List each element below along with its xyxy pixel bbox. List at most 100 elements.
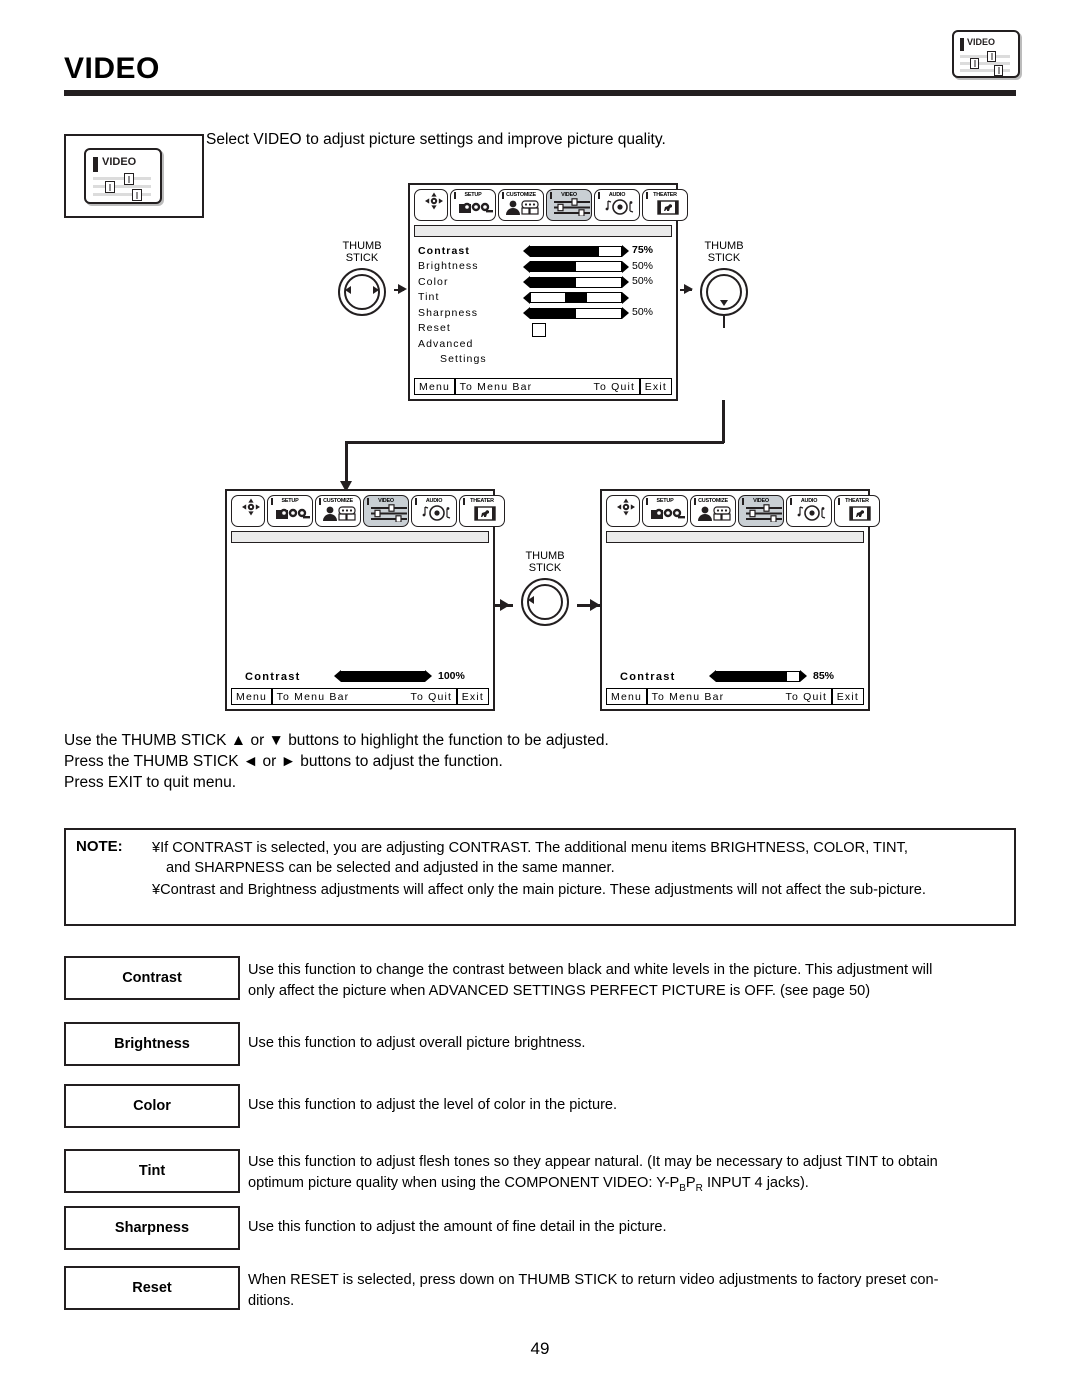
contrast-slider[interactable] [709,670,807,682]
slider-right-arrow-icon[interactable] [425,670,432,682]
footer-menu[interactable]: Menu [415,379,454,394]
desc-line-2: only affect the picture when ADVANCED SE… [248,983,871,999]
contrast-slider[interactable] [523,245,629,257]
osd-menu-strip [231,531,489,543]
instruction-line-3: Press EXIT to quit menu. [64,774,237,791]
menu-tab-theater[interactable]: THEATER [834,495,880,527]
menu-tab-home[interactable] [414,189,448,221]
footer-exit[interactable]: Exit [833,689,863,704]
sharpness-slider[interactable] [523,307,629,319]
slider-right-arrow-icon[interactable] [622,291,629,304]
slider-left-arrow-icon[interactable] [523,291,530,304]
brightness-slider[interactable] [523,260,629,273]
slider-left-arrow-icon[interactable] [709,670,716,682]
slider-right-arrow-icon[interactable] [622,276,629,288]
osd-row-reset-label: Reset [418,322,451,335]
osd-menu-bar: SETUP CUSTOMIZE VIDEO AUDIO THEATER [414,189,688,223]
slider-right-arrow-icon[interactable] [622,307,629,319]
menu-tab-theater[interactable]: THEATER [459,495,505,527]
person-tv-icon [318,504,358,524]
slider-left-arrow-icon[interactable] [523,307,530,319]
osd-row-contrast-label: Contrast [245,670,301,683]
slider-left-arrow-icon[interactable] [523,276,530,288]
osd-footer: Menu To Menu Bar To Quit Exit [231,688,489,705]
function-box-color: Color [64,1084,240,1128]
osd-row-brightness[interactable]: Brightness 50% [410,259,676,275]
color-slider[interactable] [523,276,629,288]
footer-exit[interactable]: Exit [641,379,671,394]
thumb-stick-middle[interactable]: THUMB STICK [513,550,577,628]
footer-menu[interactable]: Menu [607,689,646,704]
thumb-down-arrow-icon [720,300,728,306]
menu-tab-customize[interactable]: CUSTOMIZE [315,495,361,527]
osd-row-sharpness-label: Sharpness [418,306,479,319]
menu-tab-home[interactable] [606,495,640,527]
brightness-value: 50% [632,259,654,272]
reset-checkbox[interactable] [532,322,546,337]
menu-tab-audio[interactable]: AUDIO [786,495,832,527]
menu-tab-theater[interactable]: THEATER [642,189,688,221]
osd-row-color[interactable]: Color 50% [410,274,676,290]
footer-to-quit[interactable]: To Quit [407,691,457,703]
note-line-3: ¥Contrast and Brightness adjustments wil… [152,882,926,898]
menu-tab-setup[interactable]: SETUP [267,495,313,527]
slider-left-arrow-icon[interactable] [523,260,530,273]
osd-row-color-label: Color [418,275,449,288]
osd-row-advanced[interactable]: Advanced [410,336,676,352]
page-title: VIDEO [64,52,160,85]
slider-left-arrow-icon[interactable] [523,245,530,257]
osd-row-contrast[interactable]: Contrast 85% [602,669,868,685]
page-number: 49 [530,1339,550,1358]
menu-tab-audio[interactable]: AUDIO [411,495,457,527]
menu-tab-video[interactable]: VIDEO [738,495,784,527]
camcorder-icon [645,504,685,524]
function-name: Brightness [114,1036,190,1052]
osd-row-sharpness[interactable]: Sharpness 50% [410,305,676,321]
function-name: Sharpness [114,1220,190,1236]
home-dpad-icon [609,496,637,516]
menu-tab-setup[interactable]: SETUP [450,189,496,221]
tint-slider[interactable] [523,291,629,304]
desc-line-1: Use this function to adjust the level of… [248,1097,618,1113]
menu-tab-customize[interactable]: CUSTOMIZE [690,495,736,527]
menu-tab-customize[interactable]: CUSTOMIZE [498,189,544,221]
osd-row-settings[interactable]: Settings [410,352,676,368]
menu-tab-setup[interactable]: SETUP [642,495,688,527]
menu-tab-video[interactable]: VIDEO [546,189,592,221]
footer-to-quit[interactable]: To Quit [782,691,832,703]
menu-tab-home[interactable] [231,495,265,527]
footer-to-menu-bar[interactable]: To Menu Bar [456,381,537,393]
thumb-stick-right[interactable]: THUMB STICK [692,240,756,330]
thumb-stick-left[interactable]: THUMB STICK [330,240,394,316]
menu-tab-audio[interactable]: AUDIO [594,189,640,221]
footer-to-menu-bar[interactable]: To Menu Bar [273,691,354,703]
camcorder-icon [453,198,493,218]
contrast-slider[interactable] [334,670,432,682]
menu-tab-video[interactable]: VIDEO [363,495,409,527]
connector-vertical-left [345,441,348,483]
function-box-tint: Tint [64,1149,240,1193]
speaker-notes-icon [597,198,637,218]
arrowhead-icon [500,598,510,611]
home-dpad-icon [417,190,445,210]
film-horse-icon [645,198,685,218]
note-line-1: ¥If CONTRAST is selected, you are adjust… [152,840,908,856]
osd-row-contrast[interactable]: Contrast 100% [227,669,493,685]
person-tv-icon [501,198,541,218]
footer-menu[interactable]: Menu [232,689,271,704]
footer-to-menu-bar[interactable]: To Menu Bar [648,691,729,703]
thumb-stick-ring[interactable] [700,268,748,316]
osd-row-reset[interactable]: Reset [410,321,676,337]
slider-right-arrow-icon[interactable] [800,670,807,682]
function-box-sharpness: Sharpness [64,1206,240,1250]
slider-left-arrow-icon[interactable] [334,670,341,682]
instructions-block: Use the THUMB STICK ▲ or ▼ buttons to hi… [64,730,609,793]
footer-exit[interactable]: Exit [458,689,488,704]
osd-row-contrast[interactable]: Contrast 75% [410,243,676,259]
thumb-stick-middle-label: THUMB STICK [525,550,565,574]
slider-right-arrow-icon[interactable] [622,245,629,257]
osd-row-tint-label: Tint [418,291,440,304]
osd-row-tint[interactable]: Tint [410,290,676,306]
slider-right-arrow-icon[interactable] [622,260,629,273]
footer-to-quit[interactable]: To Quit [590,381,640,393]
